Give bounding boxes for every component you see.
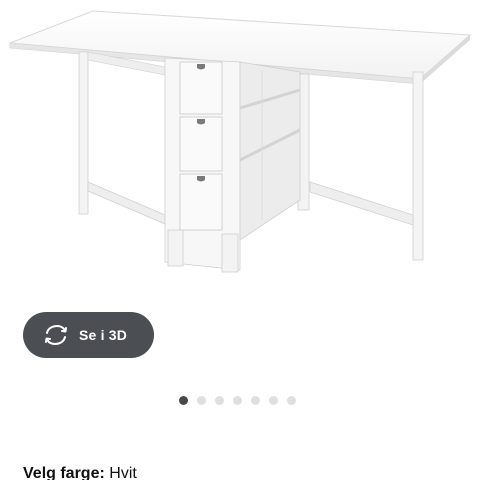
product-page: Se i 3D Velg farge: Hvit <box>0 0 480 480</box>
view-3d-label: Se i 3D <box>79 327 128 343</box>
product-image[interactable] <box>0 0 480 290</box>
carousel-pagination <box>179 395 305 405</box>
color-selector-value: Hvit <box>109 465 137 480</box>
view-3d-button[interactable]: Se i 3D <box>23 312 154 358</box>
rotate-3d-icon <box>45 324 67 346</box>
color-selector[interactable]: Velg farge: Hvit <box>23 465 137 480</box>
carousel-dot[interactable] <box>215 395 224 405</box>
carousel-dot[interactable] <box>269 395 278 405</box>
color-selector-label: Velg farge: <box>23 465 105 480</box>
carousel-dot[interactable] <box>251 395 260 405</box>
carousel-dot[interactable] <box>197 395 206 405</box>
carousel-dot[interactable] <box>287 395 296 405</box>
carousel-dot-active[interactable] <box>179 395 188 405</box>
carousel-dot[interactable] <box>233 395 242 405</box>
